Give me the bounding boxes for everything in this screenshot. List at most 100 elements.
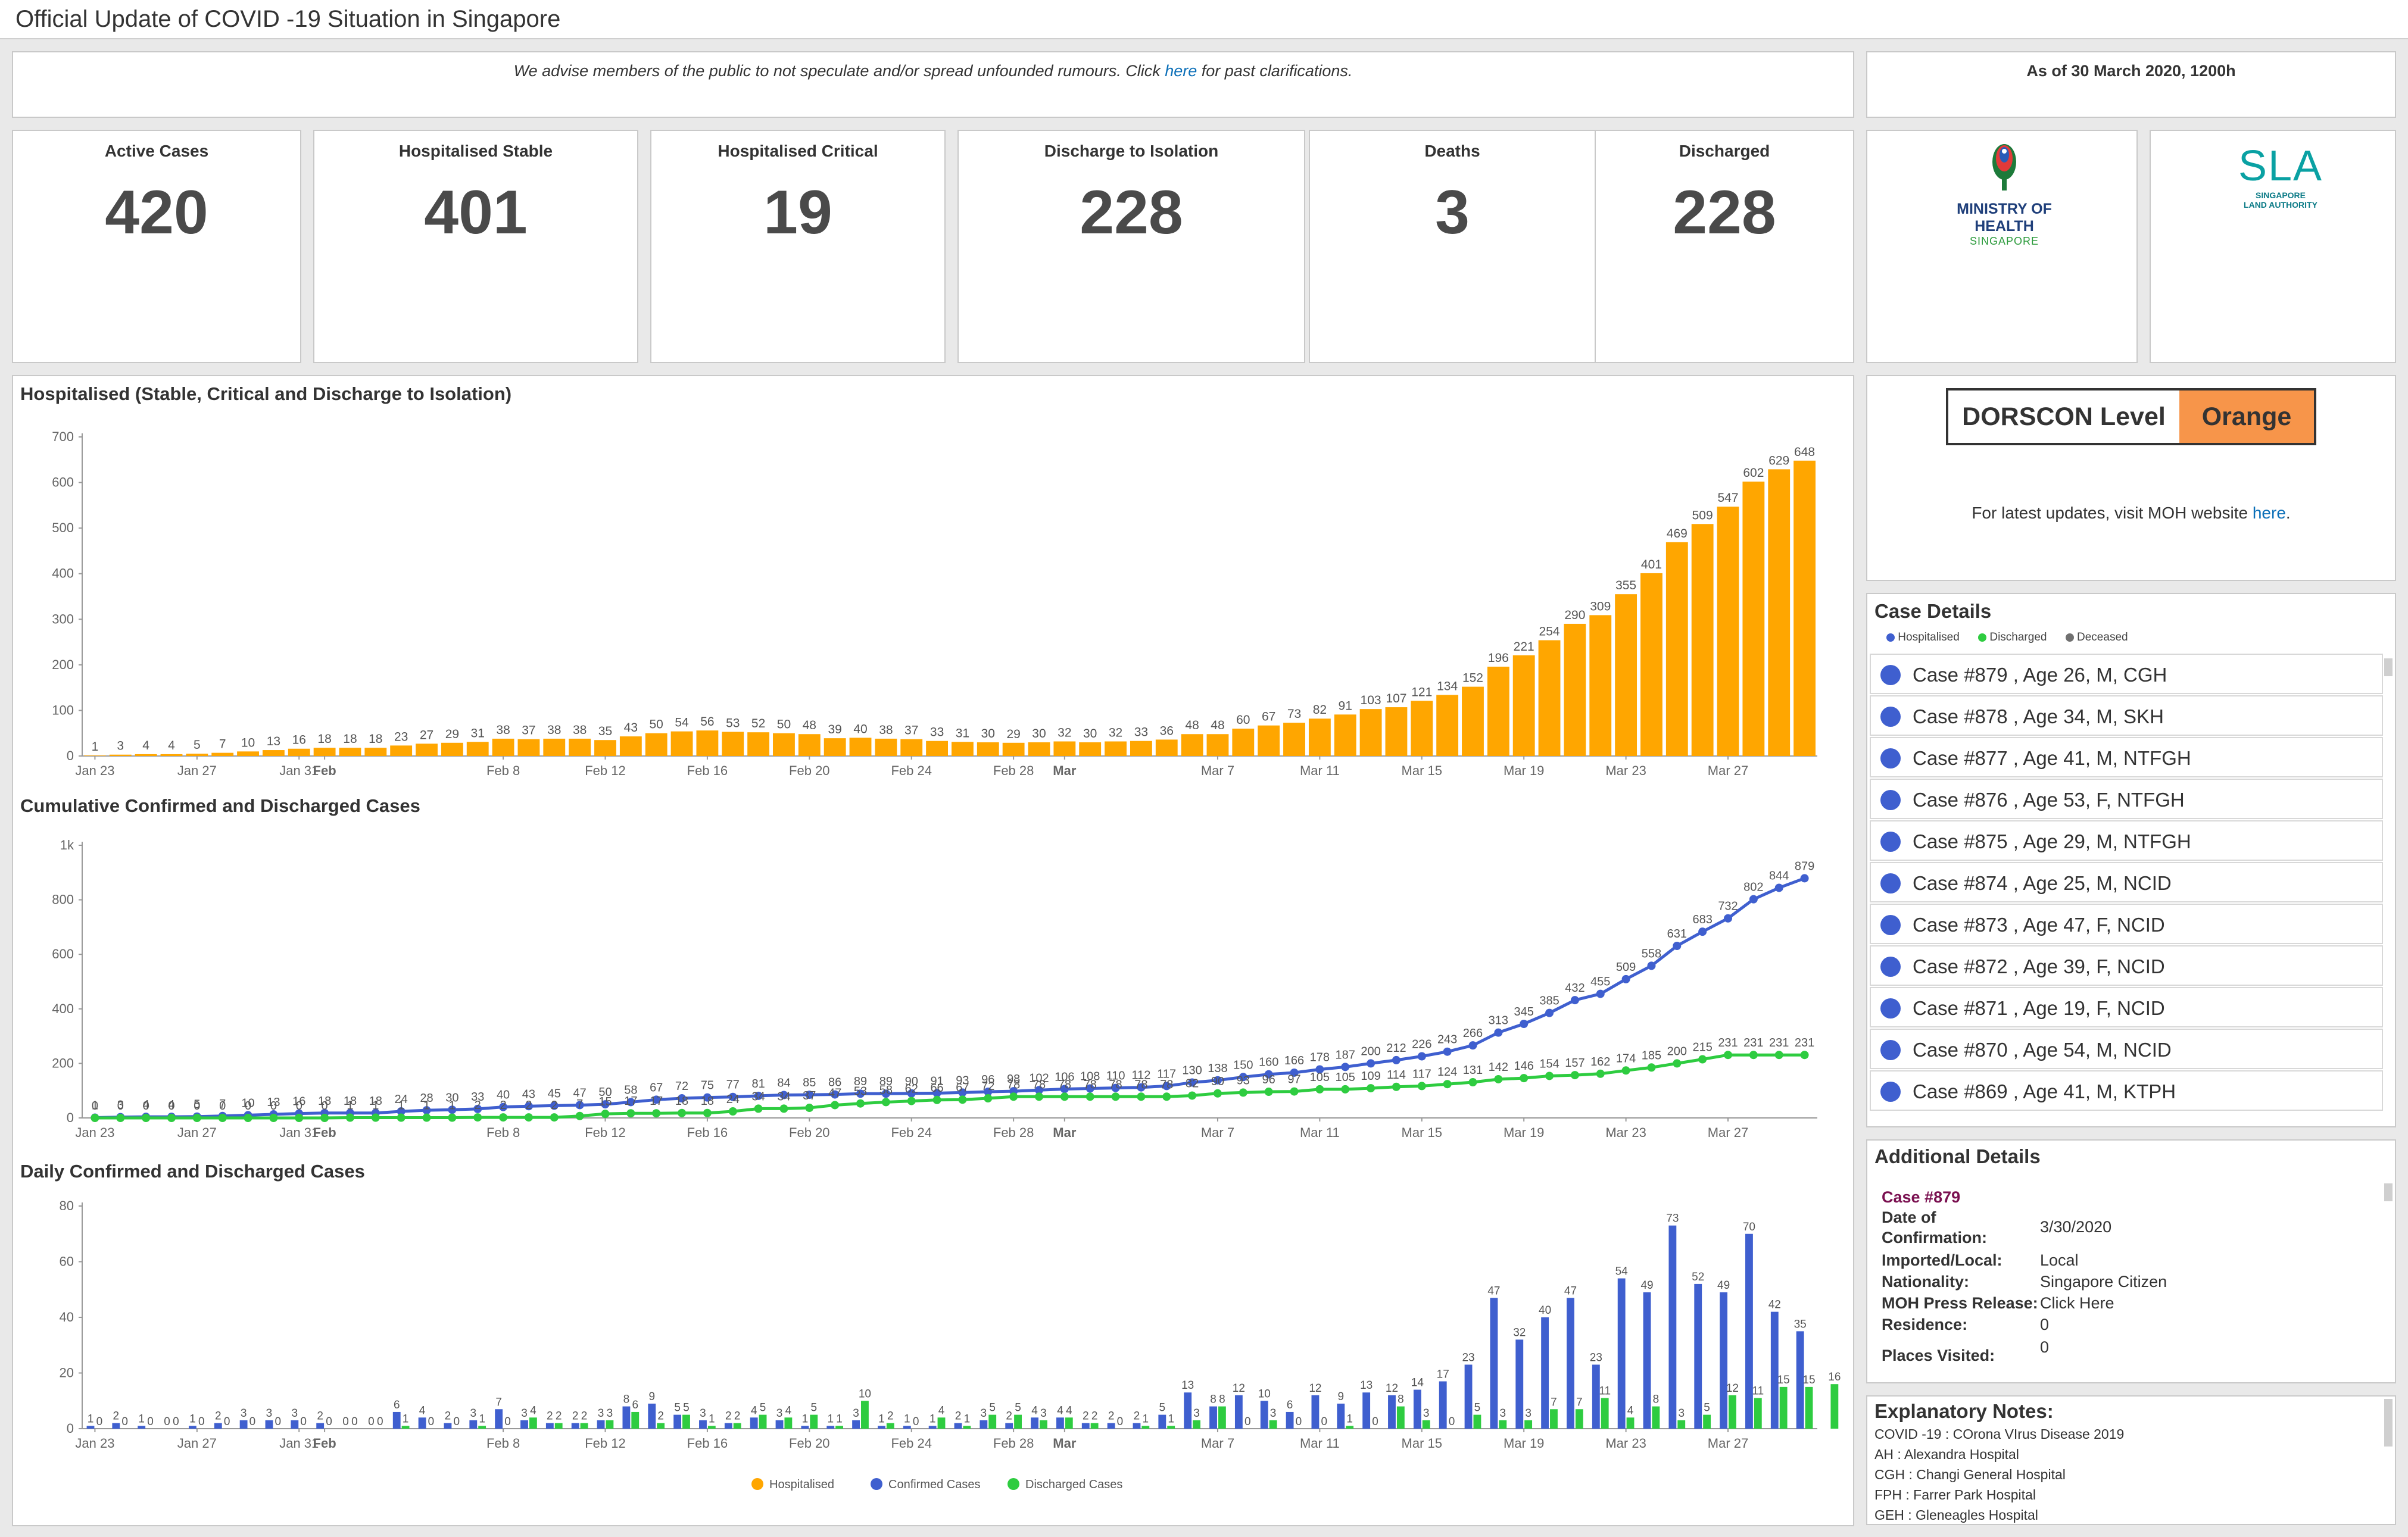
- discharged-data-label: 200: [1667, 1045, 1687, 1058]
- discharged-data-label: 37: [803, 1089, 816, 1102]
- discharged-bar: [1090, 1423, 1099, 1429]
- moh-website-link[interactable]: here: [2253, 504, 2286, 522]
- confirmed-point: [1673, 942, 1682, 951]
- sla-logo-panel: SLA SINGAPORE LAND AUTHORITY: [2150, 130, 2396, 363]
- confirmed-bar-label: 70: [1743, 1221, 1755, 1233]
- moh-logo[interactable]: MINISTRY OF HEALTH SINGAPORE: [1927, 140, 2082, 247]
- discharged-bar-label: 2: [556, 1410, 562, 1423]
- confirmed-bar-label: 2: [317, 1410, 323, 1423]
- confirmed-bar-label: 2: [955, 1410, 962, 1423]
- confirmed-bar: [418, 1417, 426, 1429]
- discharged-data-label: 17: [650, 1095, 663, 1108]
- notes-scrollbar[interactable]: [2384, 1399, 2393, 1447]
- kpi-value: 228: [1673, 178, 1776, 247]
- legend-deceased[interactable]: Deceased: [2065, 631, 2128, 643]
- updates-before: For latest updates, visit MOH website: [1972, 504, 2253, 522]
- x-tick-label: Mar: [1053, 763, 1077, 778]
- confirmed-data-label: 84: [777, 1077, 790, 1090]
- confirmed-bar-label: 1: [929, 1413, 936, 1425]
- clarifications-link[interactable]: here: [1165, 62, 1197, 80]
- hospitalised-bar: [926, 741, 949, 756]
- discharged-point: [1621, 1066, 1630, 1075]
- case-row[interactable]: Case #874 , Age 25, M, NCID: [1870, 862, 2383, 902]
- confirmed-bar-label: 8: [1210, 1394, 1217, 1406]
- x-tick-label: Feb 20: [789, 1125, 830, 1140]
- confirmed-bar: [750, 1417, 758, 1429]
- detail-label: Residence:: [1882, 1316, 1968, 1333]
- case-row[interactable]: Case #870 , Age 54, M, NCID: [1870, 1029, 2383, 1069]
- discharged-data-label: 0: [296, 1099, 302, 1113]
- legend-marker: [1008, 1478, 1019, 1490]
- confirmed-bar-label: 1: [904, 1413, 910, 1425]
- hospitalised-bar: [1079, 742, 1102, 756]
- confirmed-bar: [1081, 1423, 1090, 1429]
- discharged-data-label: 78: [1033, 1078, 1046, 1091]
- x-tick-label: Mar 23: [1605, 1125, 1646, 1140]
- discharged-bar: [1703, 1414, 1711, 1429]
- discharged-bar-label: 2: [657, 1410, 664, 1423]
- sla-logo[interactable]: SLA SINGAPORE LAND AUTHORITY: [2221, 142, 2340, 237]
- discharged-point: [831, 1101, 840, 1110]
- discharged-bar: [886, 1423, 894, 1429]
- case-row[interactable]: Case #872 , Age 39, F, NCID: [1870, 945, 2383, 986]
- hospitalised-bar: [211, 752, 234, 756]
- discharged-data-label: 185: [1642, 1049, 1661, 1062]
- bar-data-label: 18: [343, 732, 357, 746]
- case-row[interactable]: Case #878 , Age 34, M, SKH: [1870, 695, 2383, 736]
- discharged-bar: [1014, 1414, 1022, 1429]
- hospitalised-bar: [824, 738, 846, 756]
- details-scrollbar[interactable]: [2384, 1183, 2393, 1201]
- hospitalised-bar: [517, 739, 540, 756]
- discharged-bar: [1193, 1420, 1200, 1429]
- discharged-bar-label: 8: [1653, 1394, 1660, 1406]
- case-row[interactable]: Case #873 , Age 47, F, NCID: [1870, 904, 2383, 944]
- confirmed-bar-label: 0: [342, 1416, 349, 1428]
- bar-data-label: 38: [879, 723, 893, 737]
- discharged-bar: [1550, 1409, 1558, 1429]
- discharged-bar-label: 0: [913, 1416, 919, 1428]
- discharged-bar: [1499, 1420, 1507, 1429]
- x-tick-label: Mar 23: [1605, 1436, 1646, 1451]
- kpi-value: 401: [424, 178, 528, 247]
- kpi-value: 420: [105, 178, 208, 247]
- x-tick-label: Feb 12: [585, 763, 626, 778]
- case-row[interactable]: Case #877 , Age 41, M, NTFGH: [1870, 737, 2383, 777]
- bar-data-label: 254: [1539, 625, 1560, 639]
- legend-hospitalised[interactable]: Hospitalised: [1886, 631, 1960, 643]
- discharged-bar-label: 3: [1678, 1407, 1685, 1420]
- hospitalised-dot-icon: [1880, 665, 1901, 685]
- bar-data-label: 648: [1794, 445, 1815, 459]
- hospitalised-bar: [875, 738, 897, 756]
- case-row[interactable]: Case #879 , Age 26, M, CGH: [1870, 654, 2383, 694]
- discharged-data-label: 162: [1590, 1055, 1610, 1069]
- confirmed-data-label: 879: [1795, 860, 1814, 873]
- case-list-scrollbar[interactable]: [2384, 658, 2393, 676]
- hospitalised-bar: [390, 745, 413, 756]
- confirmed-bar-label: 2: [215, 1410, 222, 1423]
- legend-label: Discharged Cases: [1025, 1478, 1122, 1491]
- confirmed-point: [1698, 927, 1707, 936]
- moh-logo-panel: MINISTRY OF HEALTH SINGAPORE: [1866, 130, 2138, 363]
- press-release-link[interactable]: Click Here: [2040, 1294, 2114, 1313]
- discharged-bar: [657, 1423, 665, 1429]
- case-details-title: Case Details: [1874, 600, 1992, 622]
- confirmed-bar-label: 3: [292, 1407, 298, 1420]
- case-row[interactable]: Case #875 , Age 29, M, NTFGH: [1870, 820, 2383, 861]
- legend-discharged[interactable]: Discharged: [1978, 631, 2047, 643]
- bar-data-label: 39: [828, 723, 841, 736]
- confirmed-point: [1570, 996, 1579, 1005]
- discharged-data-label: 0: [322, 1099, 328, 1113]
- confirmed-data-label: 166: [1284, 1054, 1304, 1067]
- discharged-point: [295, 1114, 304, 1122]
- confirmed-bar-label: 1: [189, 1413, 196, 1425]
- discharged-data-label: 146: [1514, 1060, 1534, 1073]
- case-row[interactable]: Case #869 , Age 41, M, KTPH: [1870, 1070, 2383, 1111]
- x-tick-label: Feb 12: [585, 1125, 626, 1140]
- discharged-data-label: 142: [1489, 1061, 1508, 1074]
- discharged-bar: [1830, 1384, 1839, 1429]
- bar-data-label: 196: [1488, 651, 1509, 665]
- case-row[interactable]: Case #876 , Age 53, F, NTFGH: [1870, 779, 2383, 819]
- discharged-bar: [1779, 1386, 1788, 1429]
- hospitalised-bar: [262, 750, 285, 756]
- case-row[interactable]: Case #871 , Age 19, F, NCID: [1870, 987, 2383, 1027]
